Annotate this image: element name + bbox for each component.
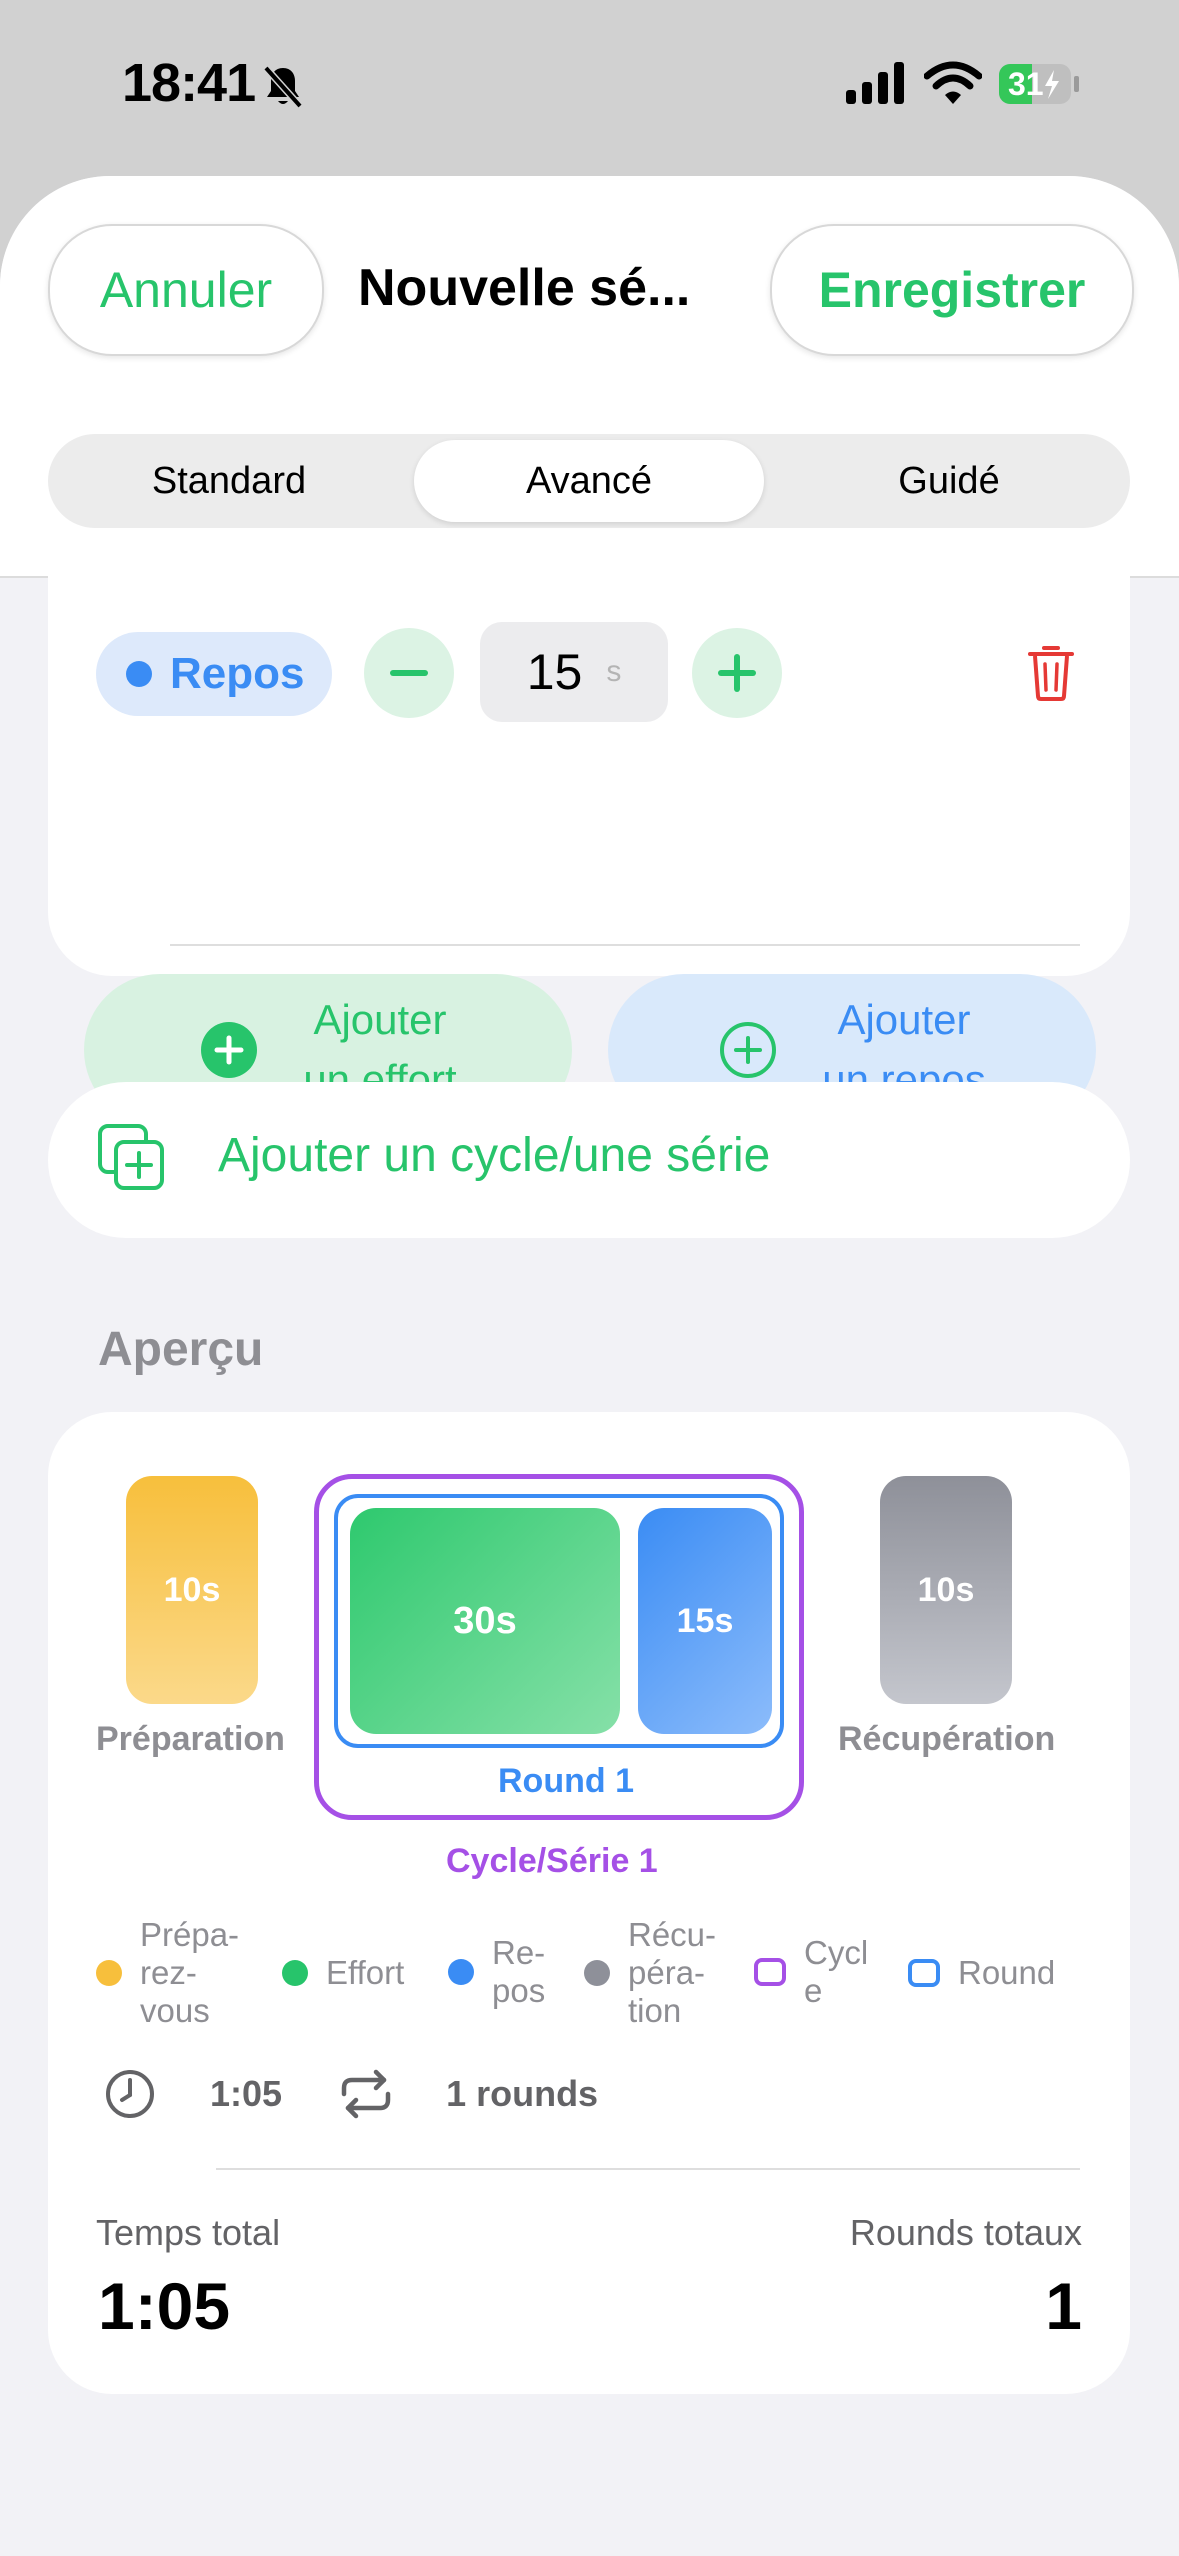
legend-effort-text: Effort [326, 1954, 405, 1991]
legend-recov-l1: Récu- [628, 1916, 717, 1953]
legend-prep-dot [96, 1960, 122, 1986]
legend-rest-dot [448, 1959, 474, 1985]
summary-duration: 1:05 [210, 2073, 283, 2114]
tab-advanced[interactable]: Avancé [414, 440, 764, 522]
tab-standard[interactable]: Standard [54, 440, 404, 522]
rest-dot [126, 661, 152, 687]
legend-recovery-text: Récu- péra- tion [628, 1916, 716, 2030]
legend-recov-l2: péra- [628, 1954, 706, 1991]
increment-button[interactable] [692, 628, 782, 718]
decrement-button[interactable] [364, 628, 454, 718]
duration-value: 15 [526, 644, 583, 700]
round-label: Round 1 [498, 1762, 634, 1800]
minus-icon [390, 670, 428, 676]
cancel-button[interactable]: Annuler [48, 224, 324, 356]
status-bar: 18:41 31 [0, 0, 1179, 170]
total-rounds-label: Rounds totaux [849, 2212, 1082, 2253]
add-rest-line1: Ajouter [837, 996, 971, 1043]
interval-card: Repos 15 s Ajouter un effort Ajouter un … [48, 576, 1130, 1126]
add-circle-filled-icon [201, 1022, 258, 1078]
legend-recovery-dot [584, 1960, 610, 1986]
interval-type-tag[interactable]: Repos [96, 632, 332, 716]
legend-prep-text: Prépa- rez- vous [140, 1916, 239, 2030]
summary-row: 1:05 1 rounds [96, 2054, 598, 2134]
legend-rest-text: Re- pos [492, 1934, 545, 2010]
effort-block: 30s [350, 1508, 620, 1734]
prep-block: 10s [126, 1476, 258, 1704]
bell-muted-icon [263, 65, 303, 109]
duration-unit: s [606, 655, 622, 688]
preview-section-title: Aperçu [98, 1323, 264, 1376]
mode-segmented-control: Standard Avancé Guidé [48, 434, 1130, 528]
legend-recovery: Récu- péra- tion [584, 1916, 716, 2030]
add-circle-icon [720, 1022, 777, 1078]
legend-round: Round [908, 1954, 1055, 1992]
preview-card: 10s Préparation 30s 15s Round 1 Cycle/Sé… [48, 1412, 1130, 2394]
add-cycle-label: Ajouter un cycle/une série [218, 1129, 771, 1182]
cycle-label: Cycle/Série 1 [446, 1842, 658, 1880]
save-button[interactable]: Enregistrer [770, 224, 1134, 356]
add-effort-line1: Ajouter [313, 996, 447, 1043]
plus-icon [718, 654, 756, 692]
status-time: 18:41 [122, 53, 256, 113]
tab-guided[interactable]: Guidé [774, 440, 1124, 522]
total-time-label: Temps total [96, 2212, 281, 2253]
row-divider [170, 944, 1080, 946]
recovery-label: Récupération [838, 1720, 1056, 1758]
legend-round-swatch [908, 1959, 940, 1987]
legend-cycle-l1: Cycl [804, 1934, 869, 1971]
legend-effort-dot [282, 1960, 308, 1986]
legend-cycle-swatch [754, 1958, 786, 1986]
clock-icon [106, 2070, 154, 2118]
legend-round-text: Round [958, 1954, 1056, 1991]
legend-effort: Effort [282, 1954, 404, 1992]
legend-recov-l3: tion [628, 1992, 682, 2029]
summary-rounds: 1 rounds [446, 2073, 599, 2114]
legend-rest-l2: pos [492, 1972, 546, 2009]
repeat-icon [341, 2069, 391, 2119]
trash-icon[interactable] [1026, 642, 1076, 702]
legend-cycle: Cycl e [754, 1934, 868, 2010]
add-cycle-button[interactable]: Ajouter un cycle/une série [48, 1082, 1130, 1238]
legend-prep-l1: Prépa- [140, 1916, 240, 1953]
sheet-header: Annuler Nouvelle sé... Enregistrer Stand… [0, 176, 1179, 578]
rest-block: 15s [638, 1508, 772, 1734]
legend-cycle-text: Cycl e [804, 1934, 868, 2010]
cellular-signal-icon [846, 62, 904, 104]
total-time-value: 1:05 [98, 2269, 231, 2343]
legend-prep-l2: rez- [140, 1954, 197, 1991]
prep-label: Préparation [96, 1720, 285, 1758]
duration-input[interactable]: 15 s [480, 622, 668, 722]
summary-divider [216, 2168, 1080, 2170]
legend-rest: Re- pos [448, 1934, 545, 2010]
legend-prep-l3: vous [140, 1992, 210, 2029]
new-session-sheet: Annuler Nouvelle sé... Enregistrer Stand… [0, 176, 1179, 2556]
interval-type-label: Repos [170, 649, 305, 698]
battery-indicator: 31 [998, 62, 1080, 106]
battery-percent: 31 [1008, 66, 1044, 102]
wifi-icon [924, 61, 982, 104]
legend-prep: Prépa- rez- vous [96, 1916, 239, 2030]
recovery-block: 10s [880, 1476, 1012, 1704]
sheet-title: Nouvelle sé... [358, 259, 691, 317]
add-stack-icon [98, 1124, 164, 1190]
legend-rest-l1: Re- [492, 1934, 546, 1971]
legend-cycle-l2: e [804, 1972, 823, 2009]
total-rounds-value: 1 [1045, 2269, 1082, 2343]
